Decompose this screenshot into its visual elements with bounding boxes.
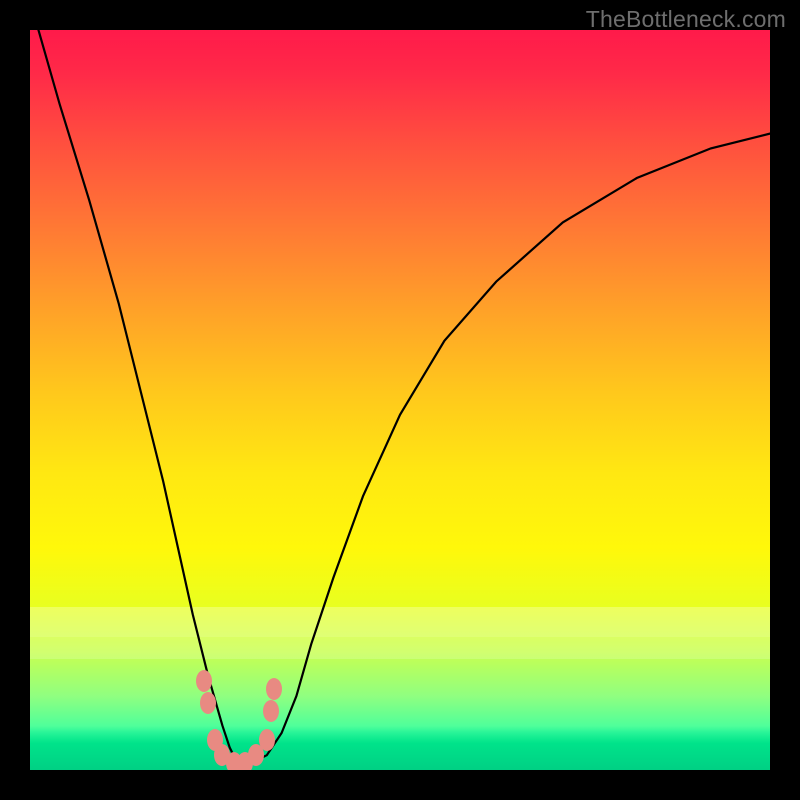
curve-marker	[200, 692, 216, 714]
curve-marker	[259, 729, 275, 751]
curve-marker	[263, 700, 279, 722]
curve-marker	[196, 670, 212, 692]
bottleneck-curve	[30, 30, 770, 770]
chart-frame	[30, 30, 770, 770]
watermark-text: TheBottleneck.com	[586, 6, 786, 33]
curve-marker	[266, 678, 282, 700]
